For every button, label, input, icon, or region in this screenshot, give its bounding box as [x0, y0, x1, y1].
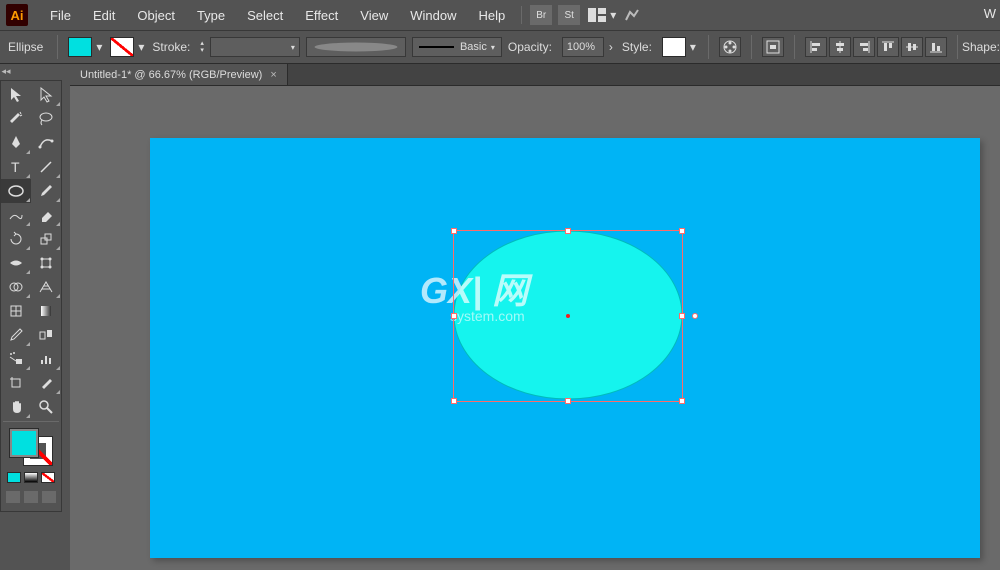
document-tab-title: Untitled-1* @ 66.67% (RGB/Preview) [80, 69, 262, 81]
gradient-tool[interactable] [31, 299, 61, 323]
stock-icon[interactable]: St [558, 5, 580, 25]
curvature-tool[interactable] [31, 131, 61, 155]
paintbrush-tool[interactable] [31, 179, 61, 203]
shape-builder-tool[interactable] [1, 275, 31, 299]
brush-name: Basic [460, 41, 487, 53]
arrange-dropdown-icon[interactable]: ▾ [608, 5, 618, 25]
arrange-documents-icon[interactable] [586, 5, 608, 25]
opacity-label: Opacity: [508, 40, 552, 54]
toolbox: T [0, 80, 62, 512]
control-separator [794, 35, 795, 59]
bridge-icon[interactable]: Br [530, 5, 552, 25]
control-separator [57, 35, 58, 59]
svg-text:T: T [11, 160, 20, 174]
menu-file[interactable]: File [40, 4, 81, 27]
artboard-tool[interactable] [1, 371, 31, 395]
lasso-tool[interactable] [31, 107, 61, 131]
canvas-area[interactable]: GX| 网 system.com [70, 86, 1000, 570]
pen-tool[interactable] [1, 131, 31, 155]
perspective-grid-tool[interactable] [31, 275, 61, 299]
menu-divider [521, 6, 522, 24]
hand-tool[interactable] [1, 395, 31, 419]
fill-swatch-dropdown-icon[interactable]: ▾ [94, 37, 104, 57]
opacity-dropdown-icon[interactable]: › [606, 37, 616, 57]
draw-normal-button[interactable] [6, 491, 20, 503]
scale-tool[interactable] [31, 227, 61, 251]
shape-label: Shape: [962, 40, 1000, 54]
rotate-tool[interactable] [1, 227, 31, 251]
control-separator [708, 35, 709, 59]
stroke-swatch-dropdown-icon[interactable]: ▾ [136, 37, 146, 57]
menu-select[interactable]: Select [237, 4, 293, 27]
menu-bar: Ai File Edit Object Type Select Effect V… [0, 0, 1000, 30]
mesh-tool[interactable] [1, 299, 31, 323]
selection-type-label: Ellipse [8, 40, 43, 54]
shaper-tool[interactable] [1, 203, 31, 227]
style-dropdown-icon[interactable]: ▾ [688, 37, 698, 57]
app-logo: Ai [6, 4, 28, 26]
close-tab-icon[interactable]: × [270, 69, 276, 81]
opacity-input[interactable]: 100% [562, 37, 604, 57]
align-hcenter-button[interactable] [829, 37, 851, 57]
align-left-button[interactable] [805, 37, 827, 57]
control-separator [751, 35, 752, 59]
window-title-right: W [984, 6, 996, 21]
menu-effect[interactable]: Effect [295, 4, 348, 27]
fill-swatch[interactable] [68, 37, 92, 57]
align-bottom-button[interactable] [925, 37, 947, 57]
eyedropper-tool[interactable] [1, 323, 31, 347]
draw-behind-button[interactable] [24, 491, 38, 503]
align-vcenter-button[interactable] [901, 37, 923, 57]
menu-window[interactable]: Window [400, 4, 466, 27]
recolor-artwork-button[interactable] [719, 37, 741, 57]
ellipse-tool[interactable] [1, 179, 31, 203]
fill-stroke-wells[interactable] [1, 424, 61, 470]
column-graph-tool[interactable] [31, 347, 61, 371]
menu-view[interactable]: View [350, 4, 398, 27]
style-label: Style: [622, 40, 652, 54]
fill-color-well[interactable] [9, 428, 39, 458]
ellipse-shape[interactable] [453, 230, 683, 400]
symbol-sprayer-tool[interactable] [1, 347, 31, 371]
stroke-width-stepper[interactable]: ▴▾ [200, 40, 204, 54]
menu-type[interactable]: Type [187, 4, 235, 27]
variable-width-profile-dropdown[interactable]: ▾ [210, 37, 300, 57]
menu-edit[interactable]: Edit [83, 4, 125, 27]
direct-selection-tool[interactable] [31, 83, 61, 107]
type-tool[interactable]: T [1, 155, 31, 179]
line-segment-tool[interactable] [31, 155, 61, 179]
align-group [805, 37, 947, 57]
draw-inside-button[interactable] [42, 491, 56, 503]
none-mode-button[interactable] [41, 472, 55, 483]
magic-wand-tool[interactable] [1, 107, 31, 131]
selection-tool[interactable] [1, 83, 31, 107]
gradient-mode-button[interactable] [24, 472, 38, 483]
control-bar: Ellipse ▾ ▾ Stroke: ▴▾ ▾ Basic▾ Opacity:… [0, 30, 1000, 64]
menu-object[interactable]: Object [127, 4, 185, 27]
free-transform-tool[interactable] [31, 251, 61, 275]
slice-tool[interactable] [31, 371, 61, 395]
menu-help[interactable]: Help [468, 4, 515, 27]
stroke-label: Stroke: [152, 40, 190, 54]
width-tool[interactable] [1, 251, 31, 275]
gpu-preview-icon[interactable] [622, 5, 644, 25]
brush-width-preview[interactable] [306, 37, 406, 57]
blend-tool[interactable] [31, 323, 61, 347]
panel-collapse-icon[interactable]: ◂◂ [0, 64, 12, 78]
align-top-button[interactable] [877, 37, 899, 57]
document-tab[interactable]: Untitled-1* @ 66.67% (RGB/Preview) × [70, 64, 288, 85]
color-mode-button[interactable] [7, 472, 21, 483]
align-to-button[interactable] [762, 37, 784, 57]
align-right-button[interactable] [853, 37, 875, 57]
control-separator [957, 35, 958, 59]
eraser-tool[interactable] [31, 203, 61, 227]
stroke-swatch[interactable] [110, 37, 134, 57]
brush-definition-dropdown[interactable]: Basic▾ [412, 37, 502, 57]
document-tab-bar: Untitled-1* @ 66.67% (RGB/Preview) × [70, 64, 1000, 86]
zoom-tool[interactable] [31, 395, 61, 419]
graphic-style-swatch[interactable] [662, 37, 686, 57]
